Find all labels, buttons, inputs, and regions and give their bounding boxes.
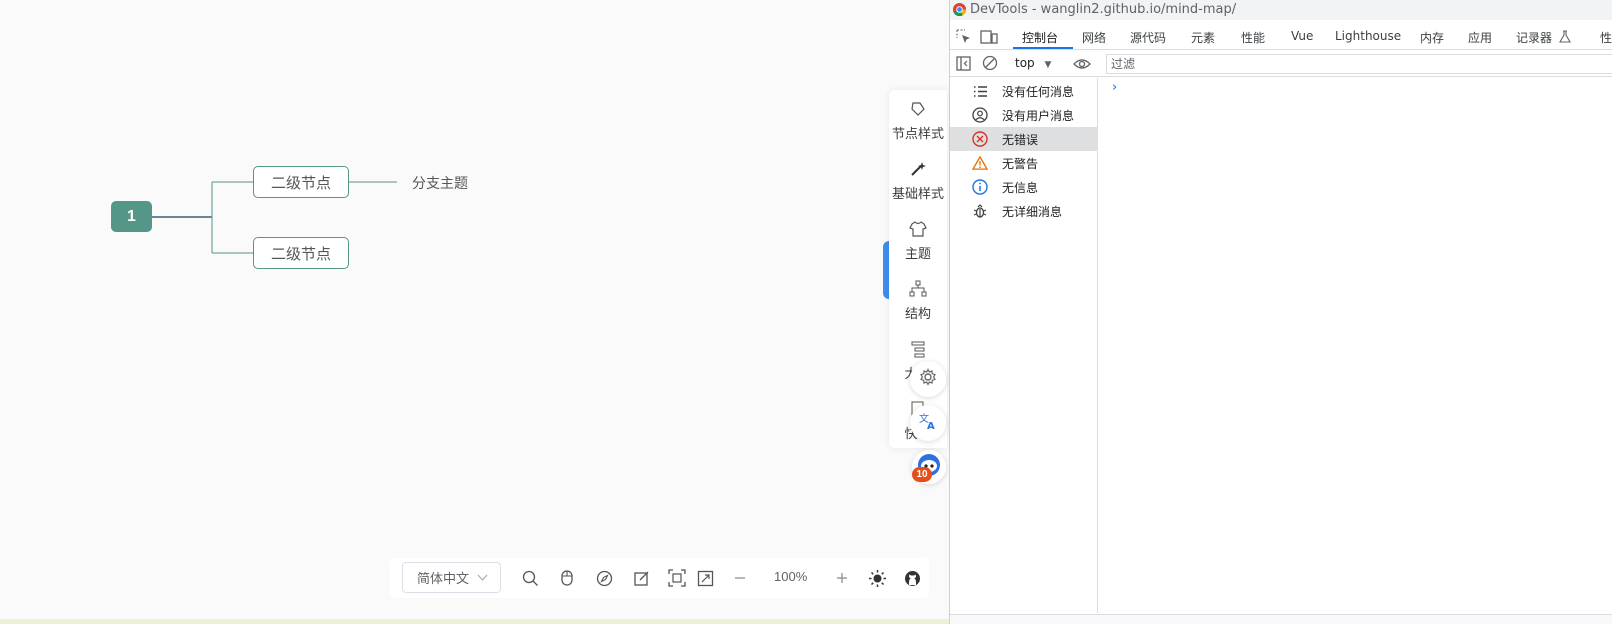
side-item-theme[interactable]: 主题 xyxy=(889,218,947,262)
sidebar-toggle-icon[interactable] xyxy=(956,56,971,75)
devtools-title-bar: DevTools - wanglin2.github.io/mind-map/ xyxy=(950,0,1612,20)
side-item-label: 基础样式 xyxy=(891,187,944,202)
side-item-node-style[interactable]: 节点样式 xyxy=(889,98,947,142)
sidebar-item-info[interactable]: 无信息 xyxy=(950,175,1098,199)
warning-icon xyxy=(972,155,988,171)
bug-icon xyxy=(972,203,988,219)
side-item-label: 节点样式 xyxy=(891,127,944,142)
zoom-in-icon[interactable] xyxy=(832,568,852,588)
tab-elements[interactable]: 元素 xyxy=(1191,29,1215,46)
bottom-edge-strip xyxy=(0,619,949,624)
second-level-node-1[interactable]: 二级节点 xyxy=(253,166,349,198)
translate-icon: 文A xyxy=(918,411,938,435)
error-icon xyxy=(972,131,988,147)
devtools-window-title: DevTools - wanglin2.github.io/mind-map/ xyxy=(970,2,1237,17)
devtools-drawer xyxy=(950,614,1612,624)
console-filter-bar: top ▼ 过滤 xyxy=(950,51,1612,77)
device-toolbar-icon[interactable] xyxy=(980,29,998,49)
mind-map-canvas[interactable]: 1 二级节点 二级节点 分支主题 节点样式 基础样式 主题 结构 快 文 A 1… xyxy=(0,0,949,624)
sidebar-item-all-messages[interactable]: 没有任何消息 xyxy=(950,79,1098,103)
mouse-icon[interactable] xyxy=(557,568,577,588)
eye-icon[interactable] xyxy=(1073,56,1091,75)
sidebar-item-warnings[interactable]: 无警告 xyxy=(950,151,1098,175)
github-icon[interactable] xyxy=(902,568,922,588)
branch-topic-node[interactable]: 分支主题 xyxy=(412,173,468,193)
caret-down-icon: ▼ xyxy=(1044,60,1052,70)
sidebar-item-verbose[interactable]: 无详细消息 xyxy=(950,199,1098,223)
side-item-structure[interactable]: 结构 xyxy=(889,278,947,322)
translate-button[interactable]: 文A xyxy=(910,405,946,441)
context-selector-value: top xyxy=(1015,56,1035,70)
side-item-label: 主题 xyxy=(904,247,931,262)
info-icon xyxy=(972,179,988,195)
user-icon xyxy=(972,107,988,123)
svg-text:A: A xyxy=(927,421,935,431)
sidebar-item-errors[interactable]: 无错误 xyxy=(950,127,1098,151)
sidebar-item-user-messages[interactable]: 没有用户消息 xyxy=(950,103,1098,127)
node-style-icon xyxy=(907,98,929,120)
chrome-logo-icon xyxy=(952,2,967,21)
magic-wand-icon xyxy=(907,158,929,180)
tab-recorder[interactable]: 记录器 xyxy=(1516,29,1552,46)
devtools-panel: DevTools - wanglin2.github.io/mind-map/ … xyxy=(949,0,1612,624)
sidebar-item-label: 无警告 xyxy=(1002,157,1039,171)
filter-input[interactable]: 过滤 xyxy=(1106,54,1612,74)
sun-icon[interactable] xyxy=(867,568,887,588)
fullscreen-icon[interactable] xyxy=(695,568,715,588)
compass-icon[interactable] xyxy=(594,568,614,588)
outline-icon xyxy=(907,338,929,360)
tab-memory[interactable]: 内存 xyxy=(1420,29,1444,46)
tab-vue[interactable]: Vue xyxy=(1291,29,1313,43)
tab-console[interactable]: 控制台 xyxy=(1022,29,1058,46)
chevron-down-icon xyxy=(477,572,488,587)
inspect-element-icon[interactable] xyxy=(956,29,972,49)
mind-map-connectors xyxy=(152,181,397,254)
sidebar-item-label: 没有用户消息 xyxy=(1002,109,1075,123)
sidebar-item-label: 无信息 xyxy=(1002,181,1039,195)
gear-icon xyxy=(919,368,937,390)
structure-icon xyxy=(907,278,929,300)
list-icon xyxy=(972,83,988,99)
tab-sources[interactable]: 源代码 xyxy=(1130,29,1166,46)
tab-network[interactable]: 网络 xyxy=(1082,29,1106,46)
root-node[interactable]: 1 xyxy=(111,201,152,232)
language-select-value: 简体中文 xyxy=(417,572,470,587)
bottom-toolbar: 简体中文 100% xyxy=(390,558,929,598)
console-prompt[interactable]: › xyxy=(1112,80,1117,95)
active-tab-indicator xyxy=(1013,47,1073,49)
flask-icon xyxy=(1559,29,1571,48)
fit-screen-icon[interactable] xyxy=(667,568,687,588)
second-level-node-2[interactable]: 二级节点 xyxy=(253,237,349,269)
sidebar-item-label: 没有任何消息 xyxy=(1002,85,1075,99)
tab-performance[interactable]: 性能 xyxy=(1241,29,1265,46)
screen: 1 二级节点 二级节点 分支主题 节点样式 基础样式 主题 结构 快 文 A 1… xyxy=(0,0,1612,624)
child-connector xyxy=(211,181,253,254)
notification-badge: 10 xyxy=(912,467,932,482)
sidebar-item-label: 无错误 xyxy=(1002,133,1039,147)
side-item-base-style[interactable]: 基础样式 xyxy=(889,158,947,202)
tab-application[interactable]: 应用 xyxy=(1468,29,1492,46)
sidebar-item-label: 无详细消息 xyxy=(1002,205,1063,219)
language-select[interactable]: 简体中文 xyxy=(402,562,501,593)
search-icon[interactable] xyxy=(520,568,540,588)
tab-lighthouse[interactable]: Lighthouse xyxy=(1335,29,1401,43)
console-sidebar: 没有任何消息 没有用户消息 无错误 无警告 无信息 无详细消息 xyxy=(950,78,1098,613)
edit-icon[interactable] xyxy=(631,568,651,588)
tab-performance-insights[interactable]: 性能 xyxy=(1600,29,1612,46)
settings-button[interactable] xyxy=(910,361,946,397)
side-item-label: 结构 xyxy=(904,307,931,322)
zoom-level: 100% xyxy=(774,569,808,584)
zoom-out-icon[interactable] xyxy=(730,568,750,588)
shirt-icon xyxy=(907,218,929,240)
clear-console-icon[interactable] xyxy=(982,55,998,75)
context-selector[interactable]: top ▼ xyxy=(1015,56,1051,70)
